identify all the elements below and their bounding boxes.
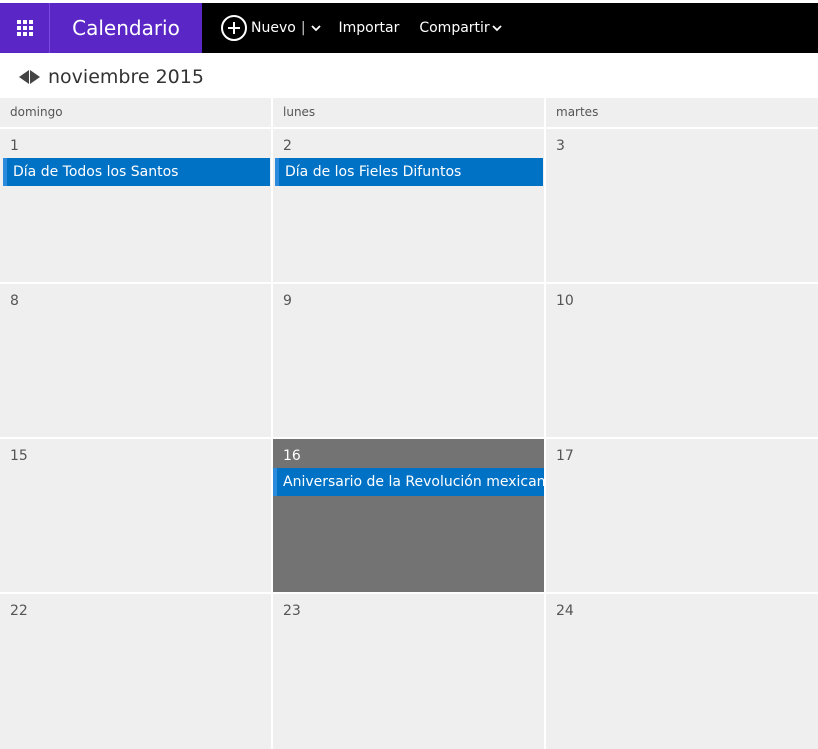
- day-number: 24: [556, 603, 574, 619]
- plus-circle-icon: [221, 15, 247, 41]
- month-label: noviembre 2015: [48, 66, 204, 88]
- day-cell[interactable]: 17: [546, 439, 818, 592]
- day-number: 1: [10, 138, 19, 154]
- day-number: 8: [10, 293, 19, 309]
- calendar-event[interactable]: Día de los Fieles Difuntos: [275, 158, 543, 186]
- app-title[interactable]: Calendario: [50, 3, 202, 53]
- calendar-event[interactable]: Aniversario de la Revolución mexicana: [273, 468, 544, 496]
- day-cell[interactable]: 3: [546, 129, 818, 282]
- day-header-tuesday: martes: [546, 98, 818, 127]
- day-header-sunday: domingo: [0, 98, 271, 127]
- import-button-label: Importar: [338, 20, 400, 36]
- new-button[interactable]: Nuevo |: [221, 3, 321, 53]
- day-number: 16: [283, 448, 301, 464]
- day-cell[interactable]: 8: [0, 284, 271, 437]
- new-button-label: Nuevo: [251, 20, 296, 36]
- day-number: 2: [283, 138, 292, 154]
- day-cell[interactable]: 15: [0, 439, 271, 592]
- previous-month-button[interactable]: [19, 69, 30, 85]
- day-number: 3: [556, 138, 565, 154]
- day-header-monday: lunes: [273, 98, 544, 127]
- day-cell[interactable]: 23: [273, 594, 544, 749]
- day-cell[interactable]: 24: [546, 594, 818, 749]
- new-button-separator: |: [300, 20, 306, 36]
- top-bar: Calendario Nuevo | Importar Compartir: [0, 3, 818, 53]
- app-launcher-button[interactable]: [0, 3, 50, 53]
- month-navigation: noviembre 2015: [19, 64, 204, 90]
- day-number: 15: [10, 448, 28, 464]
- triangle-left-icon: [19, 70, 29, 84]
- day-number: 22: [10, 603, 28, 619]
- calendar-event[interactable]: Día de Todos los Santos: [3, 158, 270, 186]
- next-month-button[interactable]: [30, 69, 41, 85]
- day-number: 17: [556, 448, 574, 464]
- day-cell[interactable]: 9: [273, 284, 544, 437]
- day-number: 10: [556, 293, 574, 309]
- waffle-icon: [16, 20, 33, 36]
- chevron-down-icon: [492, 20, 502, 36]
- day-cell[interactable]: 1 Día de Todos los Santos: [0, 129, 271, 282]
- share-button[interactable]: Compartir: [419, 3, 502, 53]
- day-cell[interactable]: 2 Día de los Fieles Difuntos: [273, 129, 544, 282]
- day-number: 9: [283, 293, 292, 309]
- import-button[interactable]: Importar: [339, 3, 400, 53]
- triangle-right-icon: [30, 70, 40, 84]
- day-cell[interactable]: 10: [546, 284, 818, 437]
- day-cell-today[interactable]: 16 Aniversario de la Revolución mexicana: [273, 439, 544, 592]
- share-button-label: Compartir: [419, 20, 490, 36]
- calendar-grid: domingo lunes martes 1 Día de Todos los …: [0, 98, 818, 749]
- day-cell[interactable]: 22: [0, 594, 271, 749]
- chevron-down-icon[interactable]: [310, 20, 321, 36]
- day-number: 23: [283, 603, 301, 619]
